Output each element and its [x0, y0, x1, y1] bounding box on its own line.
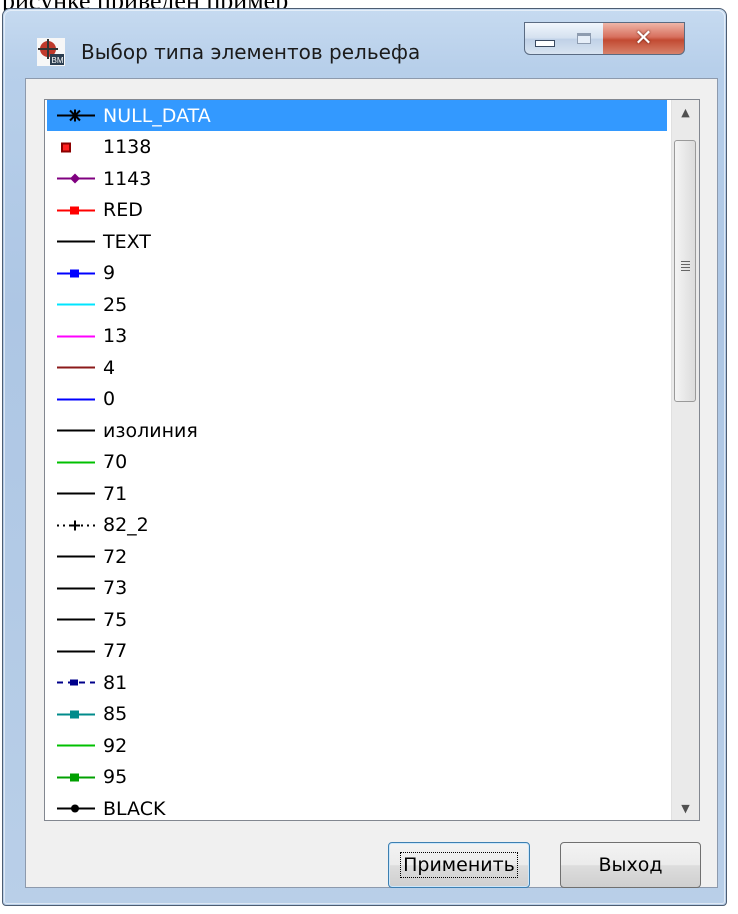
exit-button-label: Выход	[598, 854, 663, 876]
line-style-swatch-icon	[57, 520, 95, 530]
scroll-up-arrow-icon[interactable]: ▲	[672, 100, 699, 124]
line-style-swatch-icon	[57, 173, 95, 184]
line-style-swatch-icon	[57, 240, 95, 243]
app-icon: BM	[37, 38, 65, 66]
list-item-label: изолиния	[103, 419, 198, 442]
list-items-container: NULL_DATA 1138 1143 RED TEXT 9 25 13 4 0 изолиния 7…	[45, 100, 671, 820]
list-item[interactable]: 13	[47, 321, 667, 352]
list-item[interactable]: NULL_DATA	[47, 100, 667, 131]
list-item[interactable]: изолиния	[47, 415, 667, 446]
scroll-down-arrow-icon[interactable]: ▼	[672, 796, 699, 820]
list-item-label: 95	[103, 766, 128, 788]
line-style-swatch-icon	[57, 710, 95, 718]
list-item[interactable]: RED	[47, 195, 667, 226]
list-item[interactable]: 4	[47, 352, 667, 383]
list-item[interactable]: 1143	[47, 163, 667, 194]
line-style-swatch-icon	[57, 618, 95, 621]
list-item[interactable]: 9	[47, 258, 667, 289]
line-style-swatch-icon	[57, 303, 95, 306]
line-style-swatch-icon	[61, 142, 71, 152]
line-style-swatch-icon	[57, 555, 95, 558]
list-item-label: 1138	[103, 136, 152, 158]
line-style-swatch-icon	[57, 650, 95, 652]
list-item[interactable]: 95	[47, 762, 667, 793]
list-item-label: 77	[103, 640, 128, 662]
list-item-label: NULL_DATA	[103, 104, 211, 127]
list-item-label: 85	[103, 703, 128, 725]
list-item[interactable]: 75	[47, 604, 667, 635]
maximize-icon	[576, 33, 591, 44]
list-item[interactable]: 70	[47, 447, 667, 478]
minimize-button[interactable]	[524, 22, 565, 55]
line-style-swatch-icon	[57, 492, 95, 495]
dialog-client-area: NULL_DATA 1138 1143 RED TEXT 9 25 13 4 0 изолиния 7…	[25, 78, 718, 888]
vertical-scrollbar[interactable]: ▲ ▼	[671, 100, 699, 820]
svg-text:BM: BM	[52, 56, 64, 65]
scroll-grip-icon	[681, 261, 690, 273]
minimize-icon	[534, 40, 555, 47]
list-item-label: TEXT	[103, 230, 151, 253]
list-item[interactable]: 85	[47, 699, 667, 730]
list-item[interactable]: 1138	[47, 132, 667, 163]
list-item[interactable]: 71	[47, 478, 667, 509]
list-item-label: 1143	[103, 167, 152, 190]
list-item-label: RED	[103, 199, 143, 221]
list-item-label: BLACK	[103, 797, 166, 820]
line-style-swatch-icon	[57, 109, 95, 122]
list-item-label: 13	[103, 325, 128, 347]
list-item-label: 81	[103, 671, 128, 694]
list-item-label: 4	[103, 356, 116, 379]
close-icon: ✕	[634, 25, 653, 51]
list-item-label: 0	[103, 388, 116, 410]
list-item-label: 73	[103, 577, 128, 599]
exit-button[interactable]: Выход	[560, 842, 701, 888]
apply-button[interactable]: Применить	[388, 842, 530, 888]
line-style-swatch-icon	[57, 679, 95, 686]
list-item-label: 82_2	[103, 514, 149, 536]
relief-type-listbox[interactable]: NULL_DATA 1138 1143 RED TEXT 9 25 13 4 0 изолиния 7…	[44, 99, 700, 821]
list-item-label: 25	[103, 293, 128, 316]
list-item[interactable]: 73	[47, 573, 667, 604]
list-item-label: 92	[103, 734, 128, 757]
line-style-swatch-icon	[57, 366, 95, 369]
line-style-swatch-icon	[57, 429, 95, 432]
maximize-button[interactable]	[564, 22, 604, 55]
list-item[interactable]: 25	[47, 289, 667, 320]
line-style-swatch-icon	[57, 206, 95, 214]
close-button[interactable]: ✕	[603, 22, 685, 55]
list-item[interactable]: BLACK	[47, 793, 667, 820]
apply-button-label: Применить	[400, 852, 518, 878]
list-item[interactable]: 92	[47, 730, 667, 761]
list-item-label: 72	[103, 545, 128, 568]
line-style-swatch-icon	[57, 335, 95, 337]
list-item[interactable]: TEXT	[47, 226, 667, 257]
dialog-window: BM Выбор типа элементов рельефа ✕ NULL_D…	[2, 8, 727, 906]
list-item-label: 9	[103, 262, 116, 284]
list-item-label: 71	[103, 482, 128, 505]
list-item[interactable]: 77	[47, 636, 667, 667]
window-title: Выбор типа элементов рельефа	[81, 40, 421, 64]
line-style-swatch-icon	[57, 461, 95, 463]
line-style-swatch-icon	[57, 744, 95, 747]
list-item[interactable]: 0	[47, 384, 667, 415]
line-style-swatch-icon	[57, 269, 95, 277]
line-style-swatch-icon	[57, 804, 95, 813]
line-style-swatch-icon	[57, 773, 95, 781]
line-style-swatch-icon	[57, 398, 95, 400]
line-style-swatch-icon	[57, 587, 95, 589]
list-item-label: 70	[103, 451, 128, 473]
list-item-label: 75	[103, 608, 128, 631]
scroll-thumb[interactable]	[674, 140, 696, 402]
list-item[interactable]: 81	[47, 667, 667, 698]
list-item[interactable]: 72	[47, 541, 667, 572]
list-item[interactable]: 82_2	[47, 510, 667, 541]
